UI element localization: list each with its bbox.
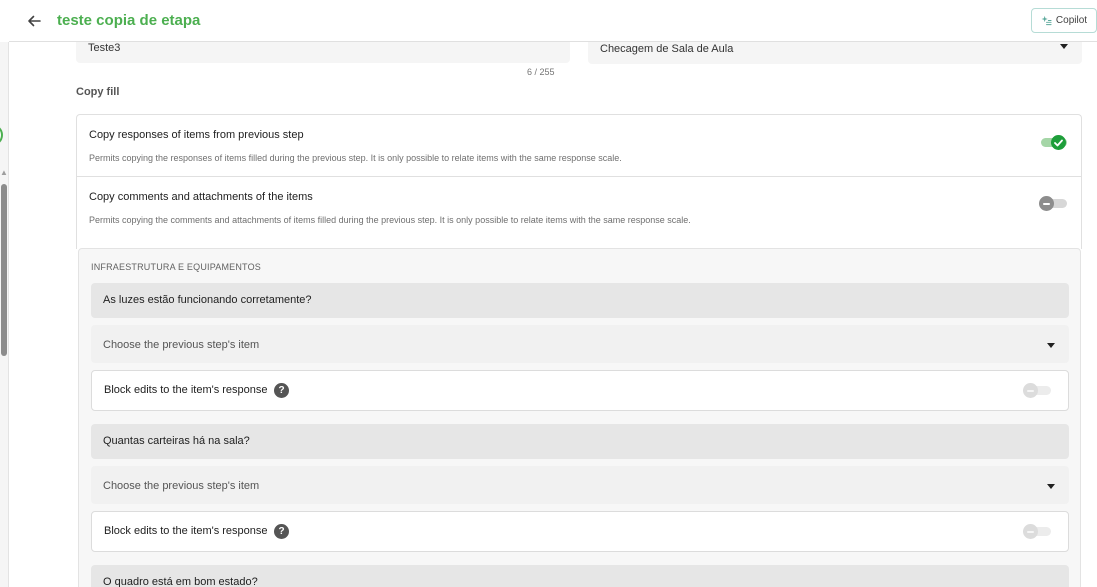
option-description: Permits copying the comments and attachm… [89, 215, 691, 225]
items-mapping-panel: INFRAESTRUTURA E EQUIPAMENTOS As luzes e… [78, 248, 1081, 587]
checklist-select-value: Checagem de Sala de Aula [600, 43, 734, 55]
question-row: Quantas carteiras há na sala? [91, 424, 1069, 459]
toggle-thumb [1039, 196, 1054, 211]
top-bar: teste copia de etapa Copilot [9, 0, 1097, 42]
block-edits-row: Block edits to the item's response ? [91, 511, 1069, 552]
previous-item-select[interactable]: Choose the previous step's item [91, 466, 1069, 504]
option-description: Permits copying the responses of items f… [89, 153, 622, 163]
toggle-thumb [1023, 383, 1038, 398]
question-mark-icon[interactable]: ? [274, 524, 289, 539]
select-placeholder: Choose the previous step's item [103, 339, 260, 351]
question-text: O quadro está em bom estado? [103, 576, 258, 587]
block-edits-row: Block edits to the item's response ? [91, 370, 1069, 411]
block-edits-label: Block edits to the item's response [104, 384, 268, 396]
option-title: Copy comments and attachments of the ite… [89, 191, 313, 203]
step-name-value: Teste3 [88, 42, 121, 54]
question-mark-icon[interactable]: ? [274, 383, 289, 398]
copy-comments-toggle[interactable] [1039, 196, 1067, 211]
toggle-thumb [1023, 524, 1038, 539]
block-edits-toggle[interactable] [1023, 383, 1051, 398]
item-group-label: INFRAESTRUTURA E EQUIPAMENTOS [91, 262, 261, 272]
check-icon [1051, 135, 1066, 150]
select-placeholder: Choose the previous step's item [103, 480, 260, 492]
option-copy-responses: Copy responses of items from previous st… [77, 115, 1081, 176]
question-text: As luzes estão funcionando corretamente? [103, 294, 312, 306]
copy-fill-title: Copy fill [76, 86, 120, 98]
chevron-down-icon [1047, 343, 1055, 348]
step-settings-content: Teste3 6 / 255 Checagem de Sala de Aula … [0, 0, 1097, 587]
char-counter: 6 / 255 [527, 67, 555, 77]
sparkle-icon [1041, 15, 1052, 26]
copilot-label: Copilot [1055, 15, 1088, 26]
page-title: teste copia de etapa [57, 12, 201, 29]
option-copy-comments: Copy comments and attachments of the ite… [77, 176, 1081, 237]
previous-item-select[interactable]: Choose the previous step's item [91, 325, 1069, 363]
question-text: Quantas carteiras há na sala? [103, 435, 250, 447]
block-edits-label: Block edits to the item's response [104, 525, 268, 537]
chevron-down-icon [1060, 44, 1068, 49]
block-edits-toggle[interactable] [1023, 524, 1051, 539]
copy-fill-options: Copy responses of items from previous st… [76, 114, 1082, 249]
question-row: O quadro está em bom estado? [91, 565, 1069, 587]
question-row: As luzes estão funcionando corretamente? [91, 283, 1069, 318]
chevron-down-icon [1047, 484, 1055, 489]
copy-responses-toggle[interactable] [1039, 135, 1067, 150]
back-button[interactable] [23, 10, 45, 32]
copilot-button[interactable]: Copilot [1031, 8, 1097, 33]
option-title: Copy responses of items from previous st… [89, 129, 304, 141]
arrow-left-icon [28, 15, 41, 27]
page: ▲ ▼ Teste3 6 / 255 Checagem de Sala de A… [0, 0, 1097, 587]
